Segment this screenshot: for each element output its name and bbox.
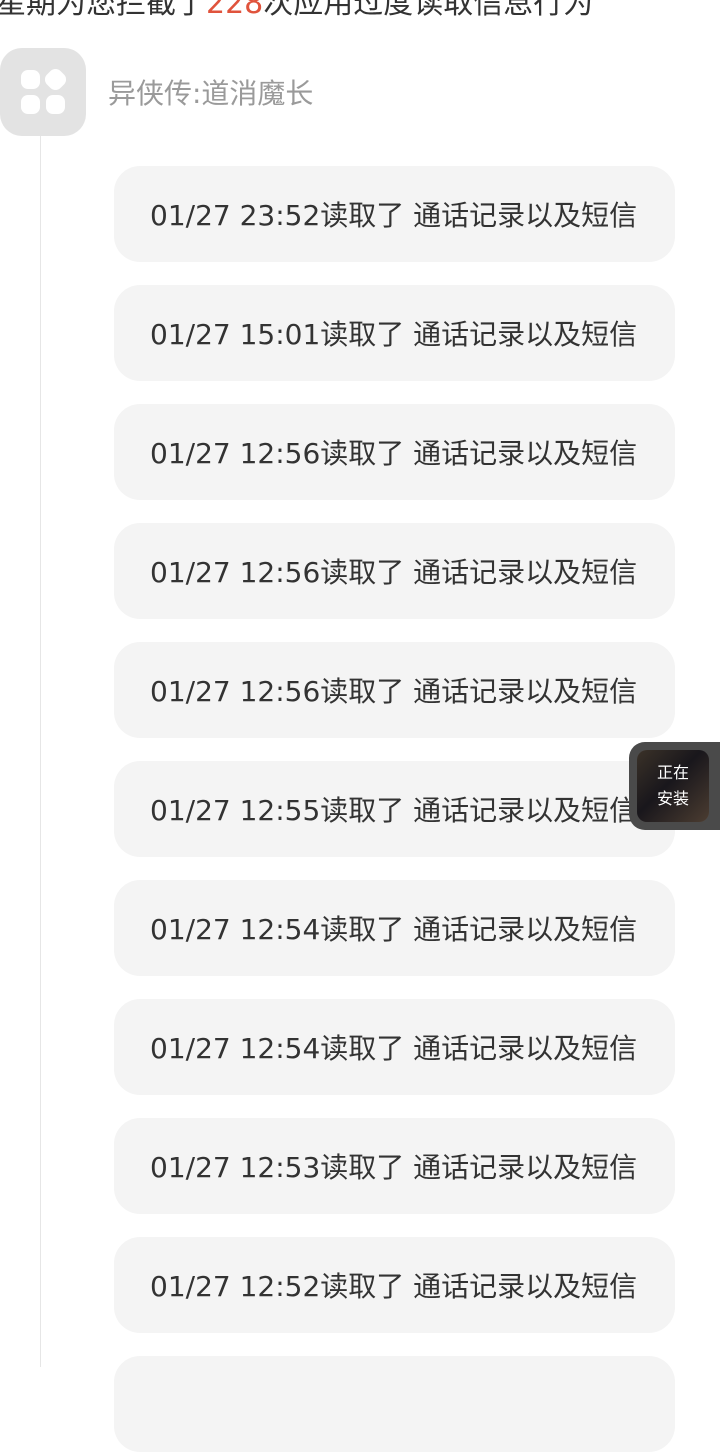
game-thumbnail-icon: 正在安装	[637, 750, 709, 822]
intercept-summary: 星期为您拦截了228次应用过度读取信息行为	[0, 0, 593, 22]
record-text: 01/27 12:56读取了 通话记录以及短信	[150, 675, 638, 708]
record-text: 01/27 12:56读取了 通话记录以及短信	[150, 437, 638, 470]
record-item	[114, 1356, 675, 1452]
summary-prefix: 星期为您拦截了	[0, 0, 206, 21]
app-name: 异侠传:道消魔长	[108, 77, 314, 110]
record-item: 01/27 12:54读取了 通话记录以及短信	[114, 999, 675, 1095]
record-text: 01/27 12:56读取了 通话记录以及短信	[150, 556, 638, 589]
record-text: 01/27 23:52读取了 通话记录以及短信	[150, 199, 638, 232]
record-text: 01/27 12:53读取了 通话记录以及短信	[150, 1151, 638, 1184]
record-item: 01/27 12:54读取了 通话记录以及短信	[114, 880, 675, 976]
record-text: 01/27 12:54读取了 通话记录以及短信	[150, 913, 638, 946]
record-item: 01/27 12:52读取了 通话记录以及短信	[114, 1237, 675, 1333]
record-item: 01/27 12:53读取了 通话记录以及短信	[114, 1118, 675, 1214]
record-text: 01/27 15:01读取了 通话记录以及短信	[150, 318, 638, 351]
record-text: 01/27 12:55读取了 通话记录以及短信	[150, 794, 638, 827]
app-grid-glyph	[21, 68, 67, 114]
record-item: 01/27 12:56读取了 通话记录以及短信	[114, 523, 675, 619]
installing-label: 正在安装	[656, 763, 689, 808]
record-item: 01/27 12:55读取了 通话记录以及短信	[114, 761, 675, 857]
record-item: 01/27 12:56读取了 通话记录以及短信	[114, 642, 675, 738]
record-item: 01/27 12:56读取了 通话记录以及短信	[114, 404, 675, 500]
record-text: 01/27 12:54读取了 通话记录以及短信	[150, 1032, 638, 1065]
record-text: 01/27 12:52读取了 通话记录以及短信	[150, 1270, 638, 1303]
summary-suffix: 次应用过度读取信息行为	[263, 0, 594, 21]
timeline-line	[40, 135, 41, 1367]
installing-float-widget[interactable]: 正在安装	[629, 742, 720, 830]
app-grid-icon[interactable]	[0, 48, 86, 136]
record-item: 01/27 23:52读取了 通话记录以及短信	[114, 166, 675, 262]
record-item: 01/27 15:01读取了 通话记录以及短信	[114, 285, 675, 381]
intercept-count: 228	[206, 0, 264, 21]
